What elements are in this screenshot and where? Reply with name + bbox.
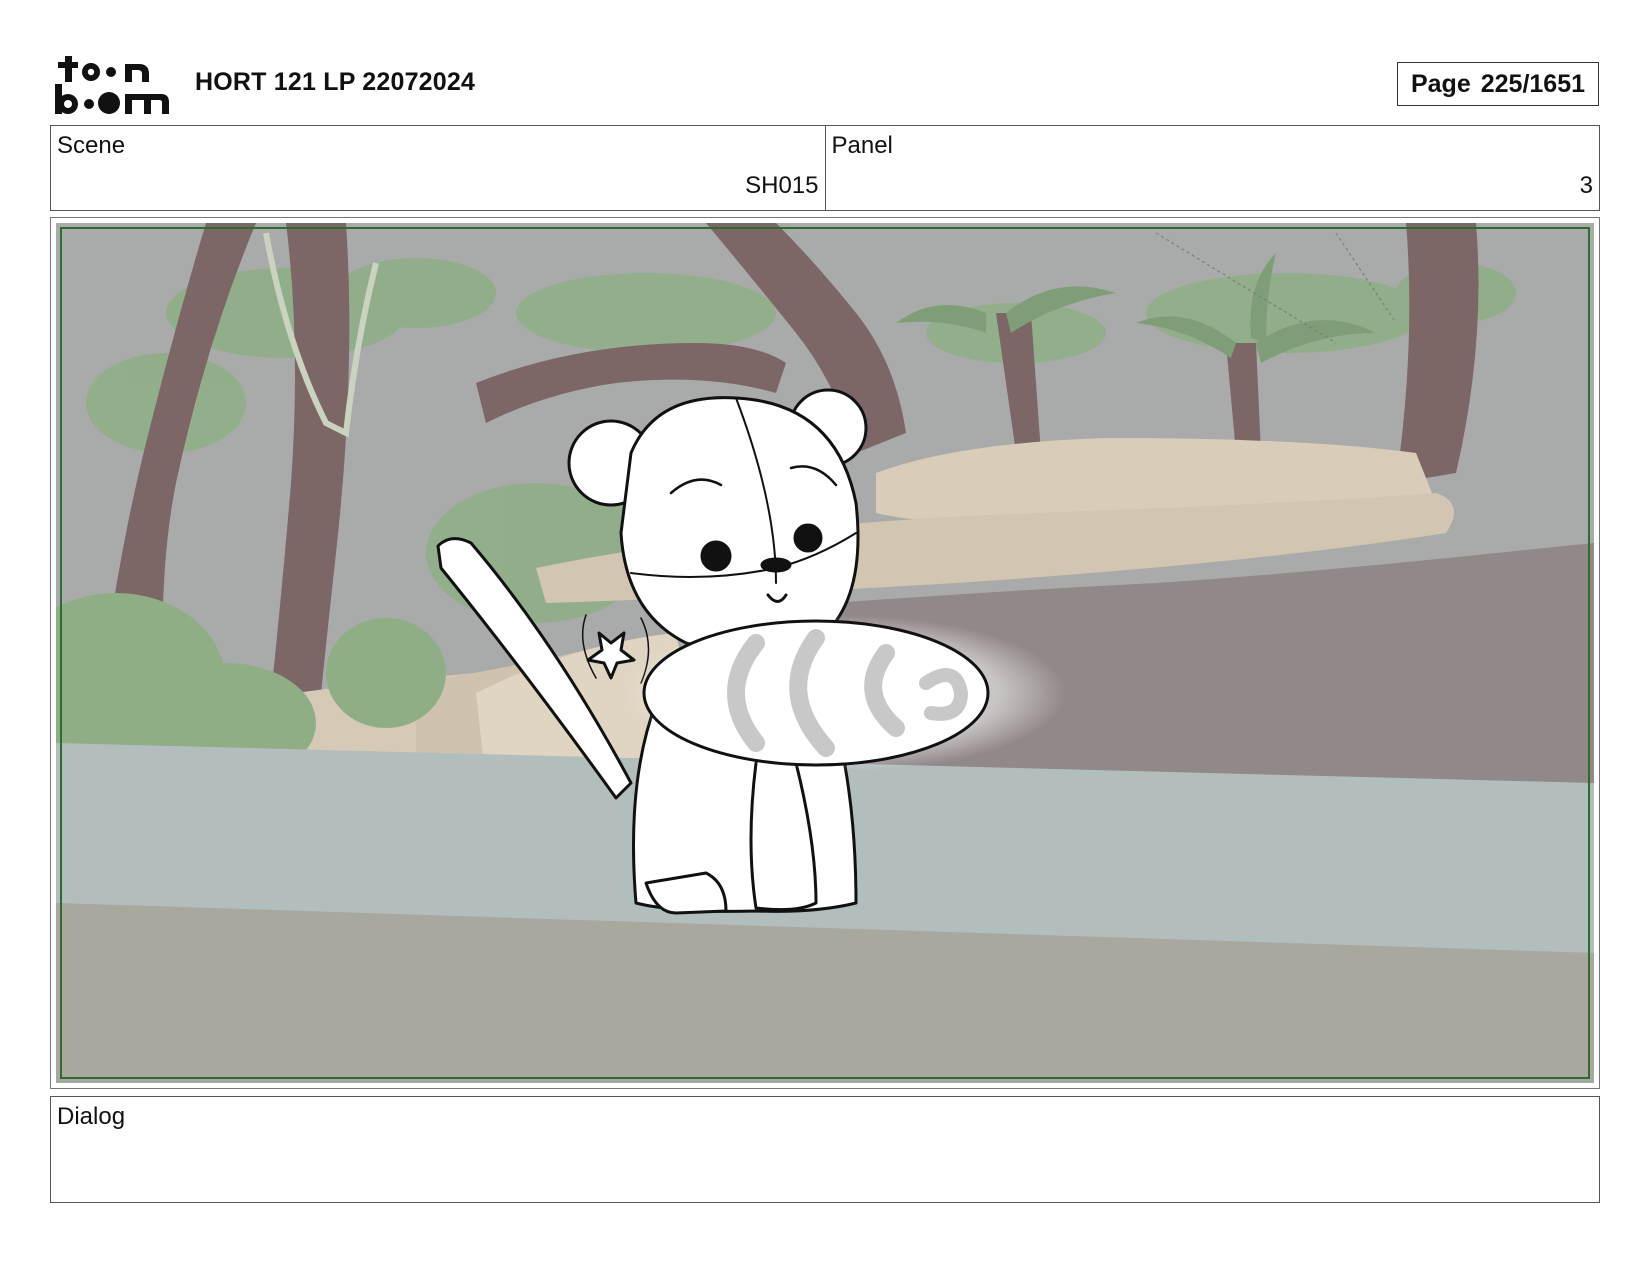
panel-value: 3 <box>1579 172 1593 199</box>
scene-value: SH015 <box>745 172 819 199</box>
dialog-label: Dialog <box>57 1103 126 1130</box>
dialog-box: Dialog <box>50 1096 1600 1203</box>
scene-panel-row: Scene SH015 Panel 3 <box>50 125 1600 211</box>
panel-artwork <box>56 223 1594 1083</box>
page-indicator: Page 225/1651 <box>1397 62 1599 106</box>
toonboom-logo <box>53 54 171 116</box>
storyboard-panel <box>50 217 1600 1089</box>
document-title: HORT 121 LP 22072024 <box>195 68 476 96</box>
panel-label: Panel <box>831 132 893 159</box>
spinning-disc <box>626 615 1066 771</box>
scene-label: Scene <box>57 132 126 159</box>
panel-cell: Panel 3 <box>824 126 1600 210</box>
scene-cell: Scene SH015 <box>51 126 825 210</box>
page-label: Page <box>1410 69 1471 98</box>
page-number: 225/1651 <box>1480 69 1586 98</box>
